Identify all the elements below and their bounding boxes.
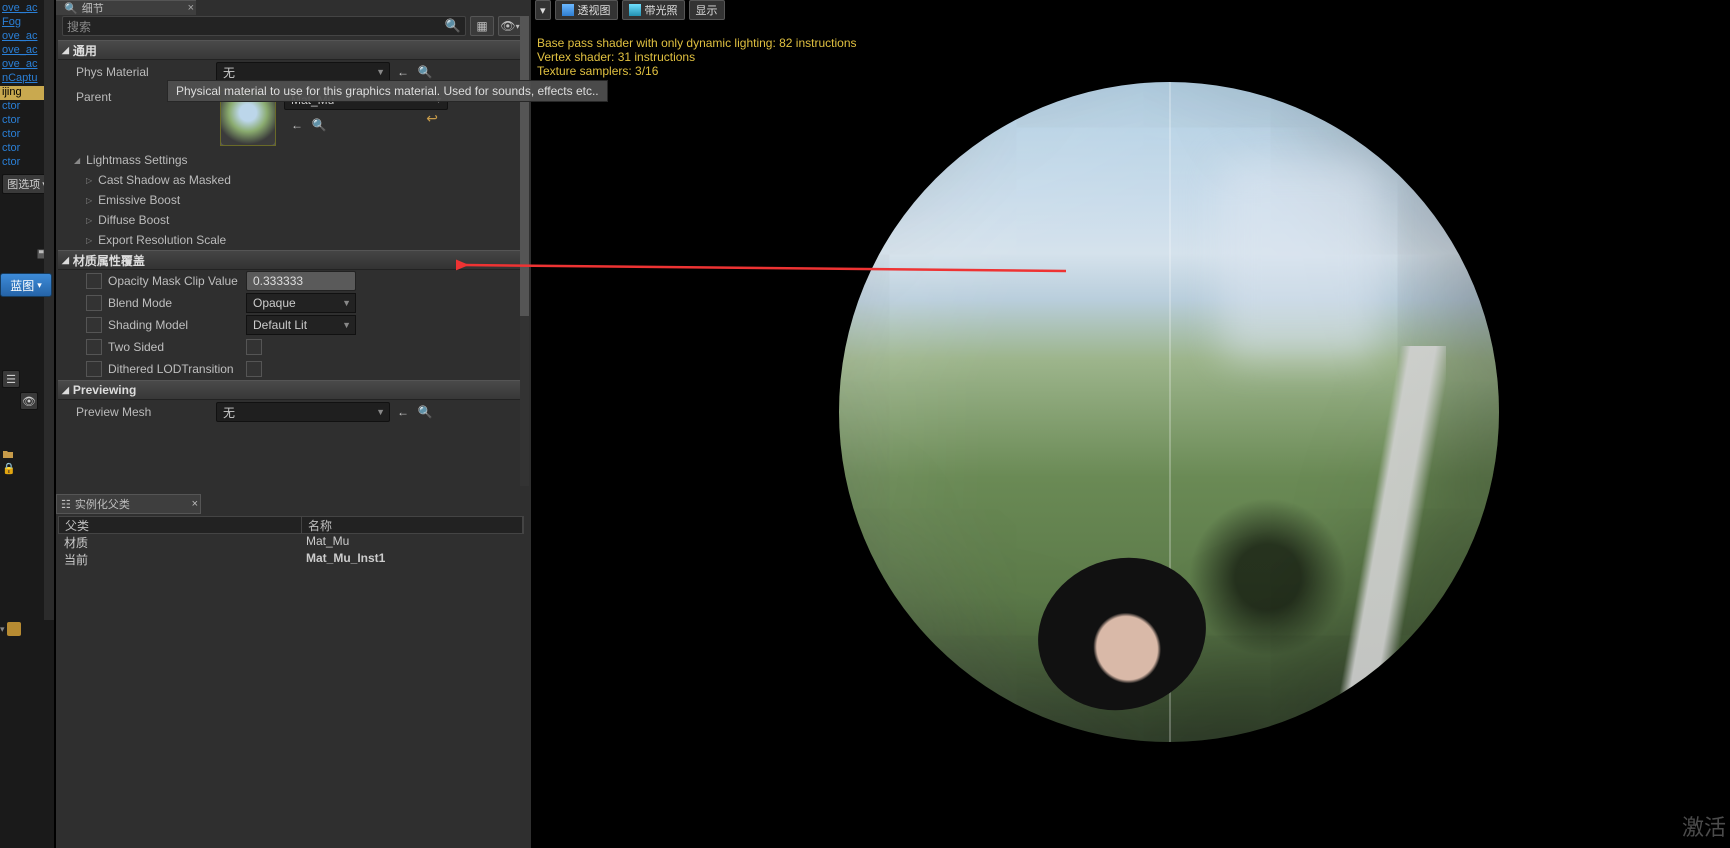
blend-mode-label: Blend Mode [108,296,238,310]
sphere-path [1306,346,1446,742]
blend-mode-combo[interactable]: Opaque▼ [246,293,356,313]
section-general-label: 通用 [73,42,97,59]
instance-parents-label: 实例化父类 [75,496,130,512]
dithered-lod-label: Dithered LODTransition [108,362,238,376]
lit-mode-button[interactable]: 带光照 [622,0,685,20]
close-icon[interactable]: × [192,498,198,510]
details-tab[interactable]: 🔍 细节 × [56,0,196,15]
revert-arrow-icon[interactable]: ↩ [426,110,438,127]
perspective-icon [562,4,574,16]
details-search-input[interactable]: 搜索 🔍 [62,16,466,36]
material-viewport[interactable]: ▾ 透视图 带光照 显示 Base pass shader with only … [531,0,1730,848]
preview-reset-icon[interactable]: ← [394,403,412,421]
col-parent[interactable]: 父类 [59,517,302,533]
preview-sphere[interactable] [839,82,1499,742]
parent-reset-icon[interactable]: ← [288,116,306,134]
preview-mesh-label: Preview Mesh [76,405,216,419]
list-icon[interactable]: ☰ [2,370,20,388]
perspective-button[interactable]: 透视图 [555,0,618,20]
two-sided-label: Two Sided [108,340,238,354]
show-button[interactable]: 显示 [689,0,725,20]
close-icon[interactable]: × [188,2,194,14]
col-name[interactable]: 名称 [302,517,523,533]
table-row[interactable]: 当前Mat_Mu_Inst1 [58,551,524,568]
lightmass-settings[interactable]: ◢Lightmass Settings [58,150,524,170]
section-overrides-label: 材质属性覆盖 [73,252,145,269]
reset-icon[interactable]: ← [394,63,412,81]
shading-model-combo[interactable]: Default Lit▼ [246,315,356,335]
stat-line-1: Base pass shader with only dynamic light… [537,36,857,50]
viewport-toolbar: ▾ 透视图 带光照 显示 [535,0,725,20]
stat-line-2: Vertex shader: 31 instructions [537,50,857,64]
instance-parents-table: 父类 名称 材质Mat_Mu当前Mat_Mu_Inst1 [58,516,524,568]
list-icon: ☷ [61,498,71,511]
search-icon: 🔍 [64,2,78,15]
preview-mesh-value: 无 [223,404,235,421]
opacity-mask-checkbox[interactable] [86,273,102,289]
row-shading-model: Shading Model Default Lit▼ [58,314,524,336]
left-icon-stack: ☰ 👁 [0,366,44,414]
magnifier-icon: 🔍 [445,18,461,34]
two-sided-checkbox[interactable] [86,339,102,355]
dithered-lod-bool[interactable] [246,361,262,377]
blueprints-label: 蓝图 [10,277,34,294]
lightmass-child[interactable]: ▷Emissive Boost [58,190,524,210]
lightmass-child[interactable]: ▷Export Resolution Scale [58,230,524,250]
two-sided-bool[interactable] [246,339,262,355]
phys-material-tooltip: Physical material to use for this graphi… [167,80,608,102]
table-row[interactable]: 材质Mat_Mu [58,534,524,551]
browse-icon[interactable]: 🔍 [416,63,434,81]
opacity-mask-value[interactable]: 0.333333 [246,271,356,291]
phys-material-label: Phys Material [76,65,216,79]
section-overrides[interactable]: ◢材质属性覆盖 [58,250,524,270]
shading-model-checkbox[interactable] [86,317,102,333]
section-general[interactable]: ◢通用 [58,40,524,60]
preview-browse-icon[interactable]: 🔍 [416,403,434,421]
sphere-camera-blob [1016,534,1227,733]
visibility-icon[interactable]: 👁▾ [498,16,522,36]
lit-icon [629,4,641,16]
preview-mesh-combo[interactable]: 无▼ [216,402,390,422]
lightmass-label: Lightmass Settings [86,153,187,167]
shader-stats: Base pass shader with only dynamic light… [537,36,857,78]
search-placeholder: 搜索 [67,18,91,35]
parent-browse-icon[interactable]: 🔍 [310,116,328,134]
sphere-building [1220,161,1380,361]
phys-material-value: 无 [223,64,235,81]
lock-icon[interactable]: 🔒 [2,462,14,474]
blend-mode-checkbox[interactable] [86,295,102,311]
details-search-row: 搜索 🔍 ▦ 👁▾ [62,16,522,36]
row-blend-mode: Blend Mode Opaque▼ [58,292,524,314]
blueprints-dropdown[interactable]: 蓝图▾ [0,273,52,297]
viewport-options-dropdown[interactable]: ▾ [535,0,551,20]
dithered-lod-checkbox[interactable] [86,361,102,377]
details-tab-label: 细节 [82,0,104,16]
section-previewing-label: Previewing [73,383,136,397]
row-preview-mesh: Preview Mesh 无▼ ← 🔍 [58,400,524,424]
row-opacity-mask: Opacity Mask Clip Value 0.333333 [58,270,524,292]
asset-chip-icon [7,622,21,636]
stat-line-3: Texture samplers: 3/16 [537,64,857,78]
eye-toggle-icon[interactable]: 👁 [20,392,38,410]
world-outliner-strip: ove_acFogove_acove_acove_acnCaptuijingct… [0,0,54,848]
instance-parents-tab[interactable]: ☷ 实例化父类 × [56,494,201,514]
tooltip-text: Physical material to use for this graphi… [176,84,599,98]
phys-material-combo[interactable]: 无▼ [216,62,390,82]
folder-icon[interactable] [2,448,14,460]
shading-model-label: Shading Model [108,318,238,332]
row-dithered-lod: Dithered LODTransition [58,358,524,380]
left-dropdown[interactable]: ▾ [0,620,34,638]
opacity-mask-label: Opacity Mask Clip Value [108,274,238,288]
row-two-sided: Two Sided [58,336,524,358]
lightmass-child[interactable]: ▷Diffuse Boost [58,210,524,230]
windows-watermark: 激活 [1682,810,1726,842]
panel-splitter[interactable] [44,0,54,620]
view-options-label: 图选项 [7,176,40,192]
grid-view-icon[interactable]: ▦ [470,16,494,36]
left-lock-row: 🔒 [0,446,24,476]
table-header: 父类 名称 [58,516,524,534]
scrollbar-thumb[interactable] [520,16,529,316]
section-previewing[interactable]: ◢Previewing [58,380,524,400]
lightmass-child[interactable]: ▷Cast Shadow as Masked [58,170,524,190]
